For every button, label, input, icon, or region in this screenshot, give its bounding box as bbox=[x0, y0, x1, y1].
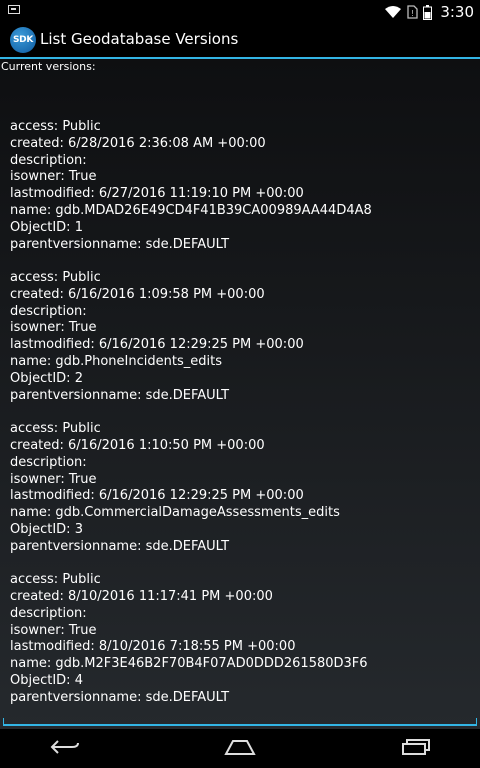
version-field: parentversionname: sde.DEFAULT bbox=[10, 236, 230, 252]
version-field: created: 6/28/2016 2:36:08 AM +00:00 bbox=[10, 135, 266, 151]
version-field: parentversionname: sde.DEFAULT bbox=[10, 538, 230, 554]
notification-icon bbox=[8, 5, 20, 14]
version-field: lastmodified: 6/27/2016 11:19:10 PM +00:… bbox=[10, 186, 304, 202]
version-entry: access: Public created: 8/10/2016 11:17:4… bbox=[10, 572, 476, 706]
status-clock: 3:30 bbox=[440, 3, 474, 21]
version-field: parentversionname: sde.DEFAULT bbox=[10, 689, 230, 705]
version-field: name: gdb.MDAD26E49CD4F41B39CA00989AA44D… bbox=[10, 202, 372, 218]
version-field: created: 6/16/2016 1:10:50 PM +00:00 bbox=[10, 437, 265, 453]
version-field: access: Public bbox=[10, 270, 101, 286]
current-versions-label: Current versions: bbox=[1, 60, 96, 73]
version-field: ObjectID: 3 bbox=[10, 521, 83, 537]
back-icon bbox=[50, 739, 80, 759]
version-field: isowner: True bbox=[10, 471, 97, 487]
version-field: isowner: True bbox=[10, 622, 97, 638]
app-logo-text: SDK bbox=[12, 35, 34, 45]
back-button[interactable] bbox=[35, 735, 95, 763]
versions-content[interactable]: Current versions: access: Public created:… bbox=[0, 59, 480, 729]
version-field: description: bbox=[10, 303, 87, 319]
version-entry: access: Public created: 6/16/2016 1:10:50… bbox=[10, 421, 476, 555]
navigation-bar bbox=[0, 730, 480, 768]
version-field: created: 8/10/2016 11:17:41 PM +00:00 bbox=[10, 588, 273, 604]
version-field: access: Public bbox=[10, 572, 101, 588]
home-icon bbox=[224, 739, 256, 759]
version-field: description: bbox=[10, 454, 87, 470]
version-field: name: gdb.M2F3E46B2F70B4F07AD0DDD261580D… bbox=[10, 656, 368, 672]
version-field: created: 6/16/2016 1:09:58 PM +00:00 bbox=[10, 286, 265, 302]
version-field: name: gdb.PhoneIncidents_edits bbox=[10, 354, 222, 370]
recents-button[interactable] bbox=[386, 735, 446, 763]
version-field: description: bbox=[10, 152, 87, 168]
battery-icon bbox=[423, 4, 433, 20]
version-field: description: bbox=[10, 605, 87, 621]
versions-list: access: Public created: 6/28/2016 2:36:08… bbox=[10, 119, 476, 723]
version-entry: access: Public created: 6/28/2016 2:36:08… bbox=[10, 119, 476, 253]
version-field: lastmodified: 8/10/2016 7:18:55 PM +00:0… bbox=[10, 639, 296, 655]
version-field: isowner: True bbox=[10, 320, 97, 336]
version-field: access: Public bbox=[10, 421, 101, 437]
page-title: List Geodatabase Versions bbox=[40, 30, 239, 48]
version-field: ObjectID: 1 bbox=[10, 219, 83, 235]
version-field: name: gdb.CommercialDamageAssessments_ed… bbox=[10, 505, 340, 521]
app-logo-icon[interactable]: SDK bbox=[10, 27, 36, 53]
version-entry: access: Public created: 6/16/2016 1:09:58… bbox=[10, 270, 476, 404]
wifi-icon bbox=[384, 5, 402, 19]
status-icons: ! 3:30 bbox=[384, 2, 474, 22]
version-field: isowner: True bbox=[10, 169, 97, 185]
status-bar: ! 3:30 bbox=[0, 0, 480, 24]
version-field: access: Public bbox=[10, 119, 101, 134]
text-field-underline bbox=[3, 718, 477, 726]
version-field: ObjectID: 2 bbox=[10, 370, 83, 386]
version-field: parentversionname: sde.DEFAULT bbox=[10, 387, 230, 403]
no-sim-icon: ! bbox=[407, 5, 418, 19]
svg-text:!: ! bbox=[411, 9, 414, 18]
version-field: lastmodified: 6/16/2016 12:29:25 PM +00:… bbox=[10, 337, 304, 353]
screen: ! 3:30 SDK List Geodatabase Versions Cur… bbox=[0, 0, 480, 768]
recents-icon bbox=[401, 739, 431, 759]
home-button[interactable] bbox=[210, 735, 270, 763]
version-field: ObjectID: 4 bbox=[10, 672, 83, 688]
version-field: lastmodified: 6/16/2016 12:29:25 PM +00:… bbox=[10, 488, 304, 504]
